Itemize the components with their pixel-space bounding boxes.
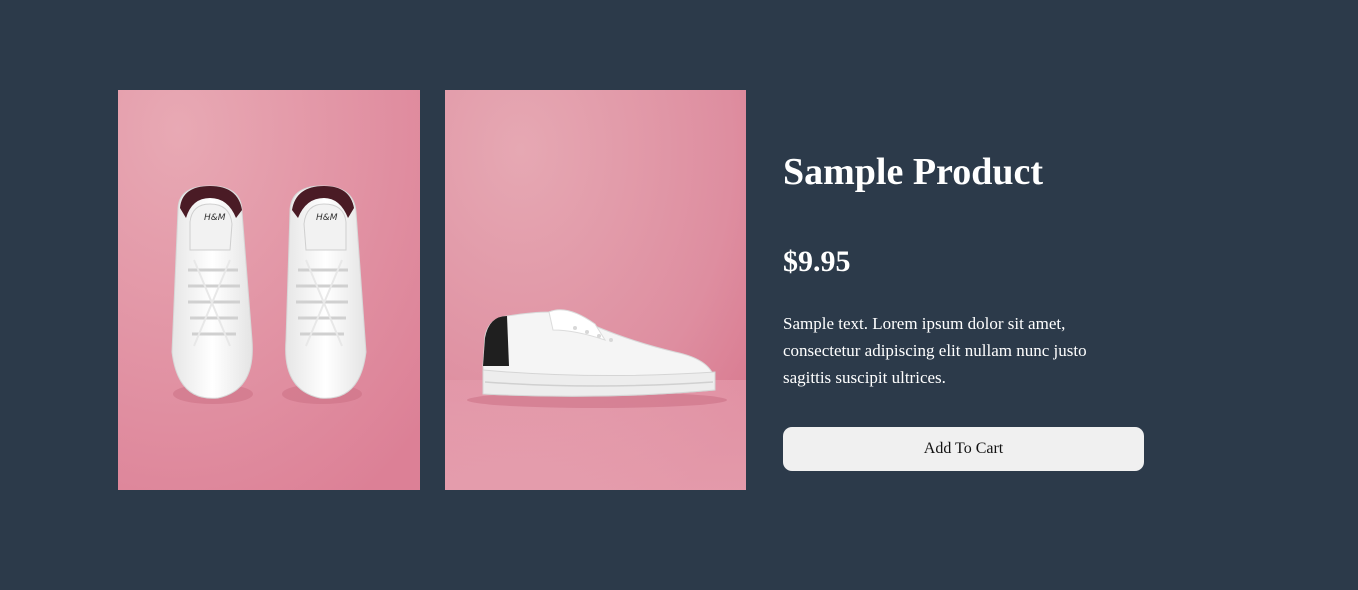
product-page: H&M H&M Sample Product $9.95 Sample text… <box>0 0 1358 590</box>
product-description: Sample text. Lorem ipsum dolor sit amet,… <box>783 314 1087 387</box>
add-to-cart-button[interactable]: Add To Cart <box>783 427 1144 471</box>
left-sneaker: H&M <box>171 185 253 404</box>
right-sneaker: H&M <box>282 185 367 404</box>
product-price: $9.95 <box>783 245 851 278</box>
svg-text:H&M: H&M <box>204 213 226 223</box>
svg-text:H&M: H&M <box>316 213 338 223</box>
product-image-top-view: H&M H&M <box>118 90 420 490</box>
product-image-side-view <box>445 90 746 490</box>
product-title: Sample Product <box>783 151 1044 193</box>
